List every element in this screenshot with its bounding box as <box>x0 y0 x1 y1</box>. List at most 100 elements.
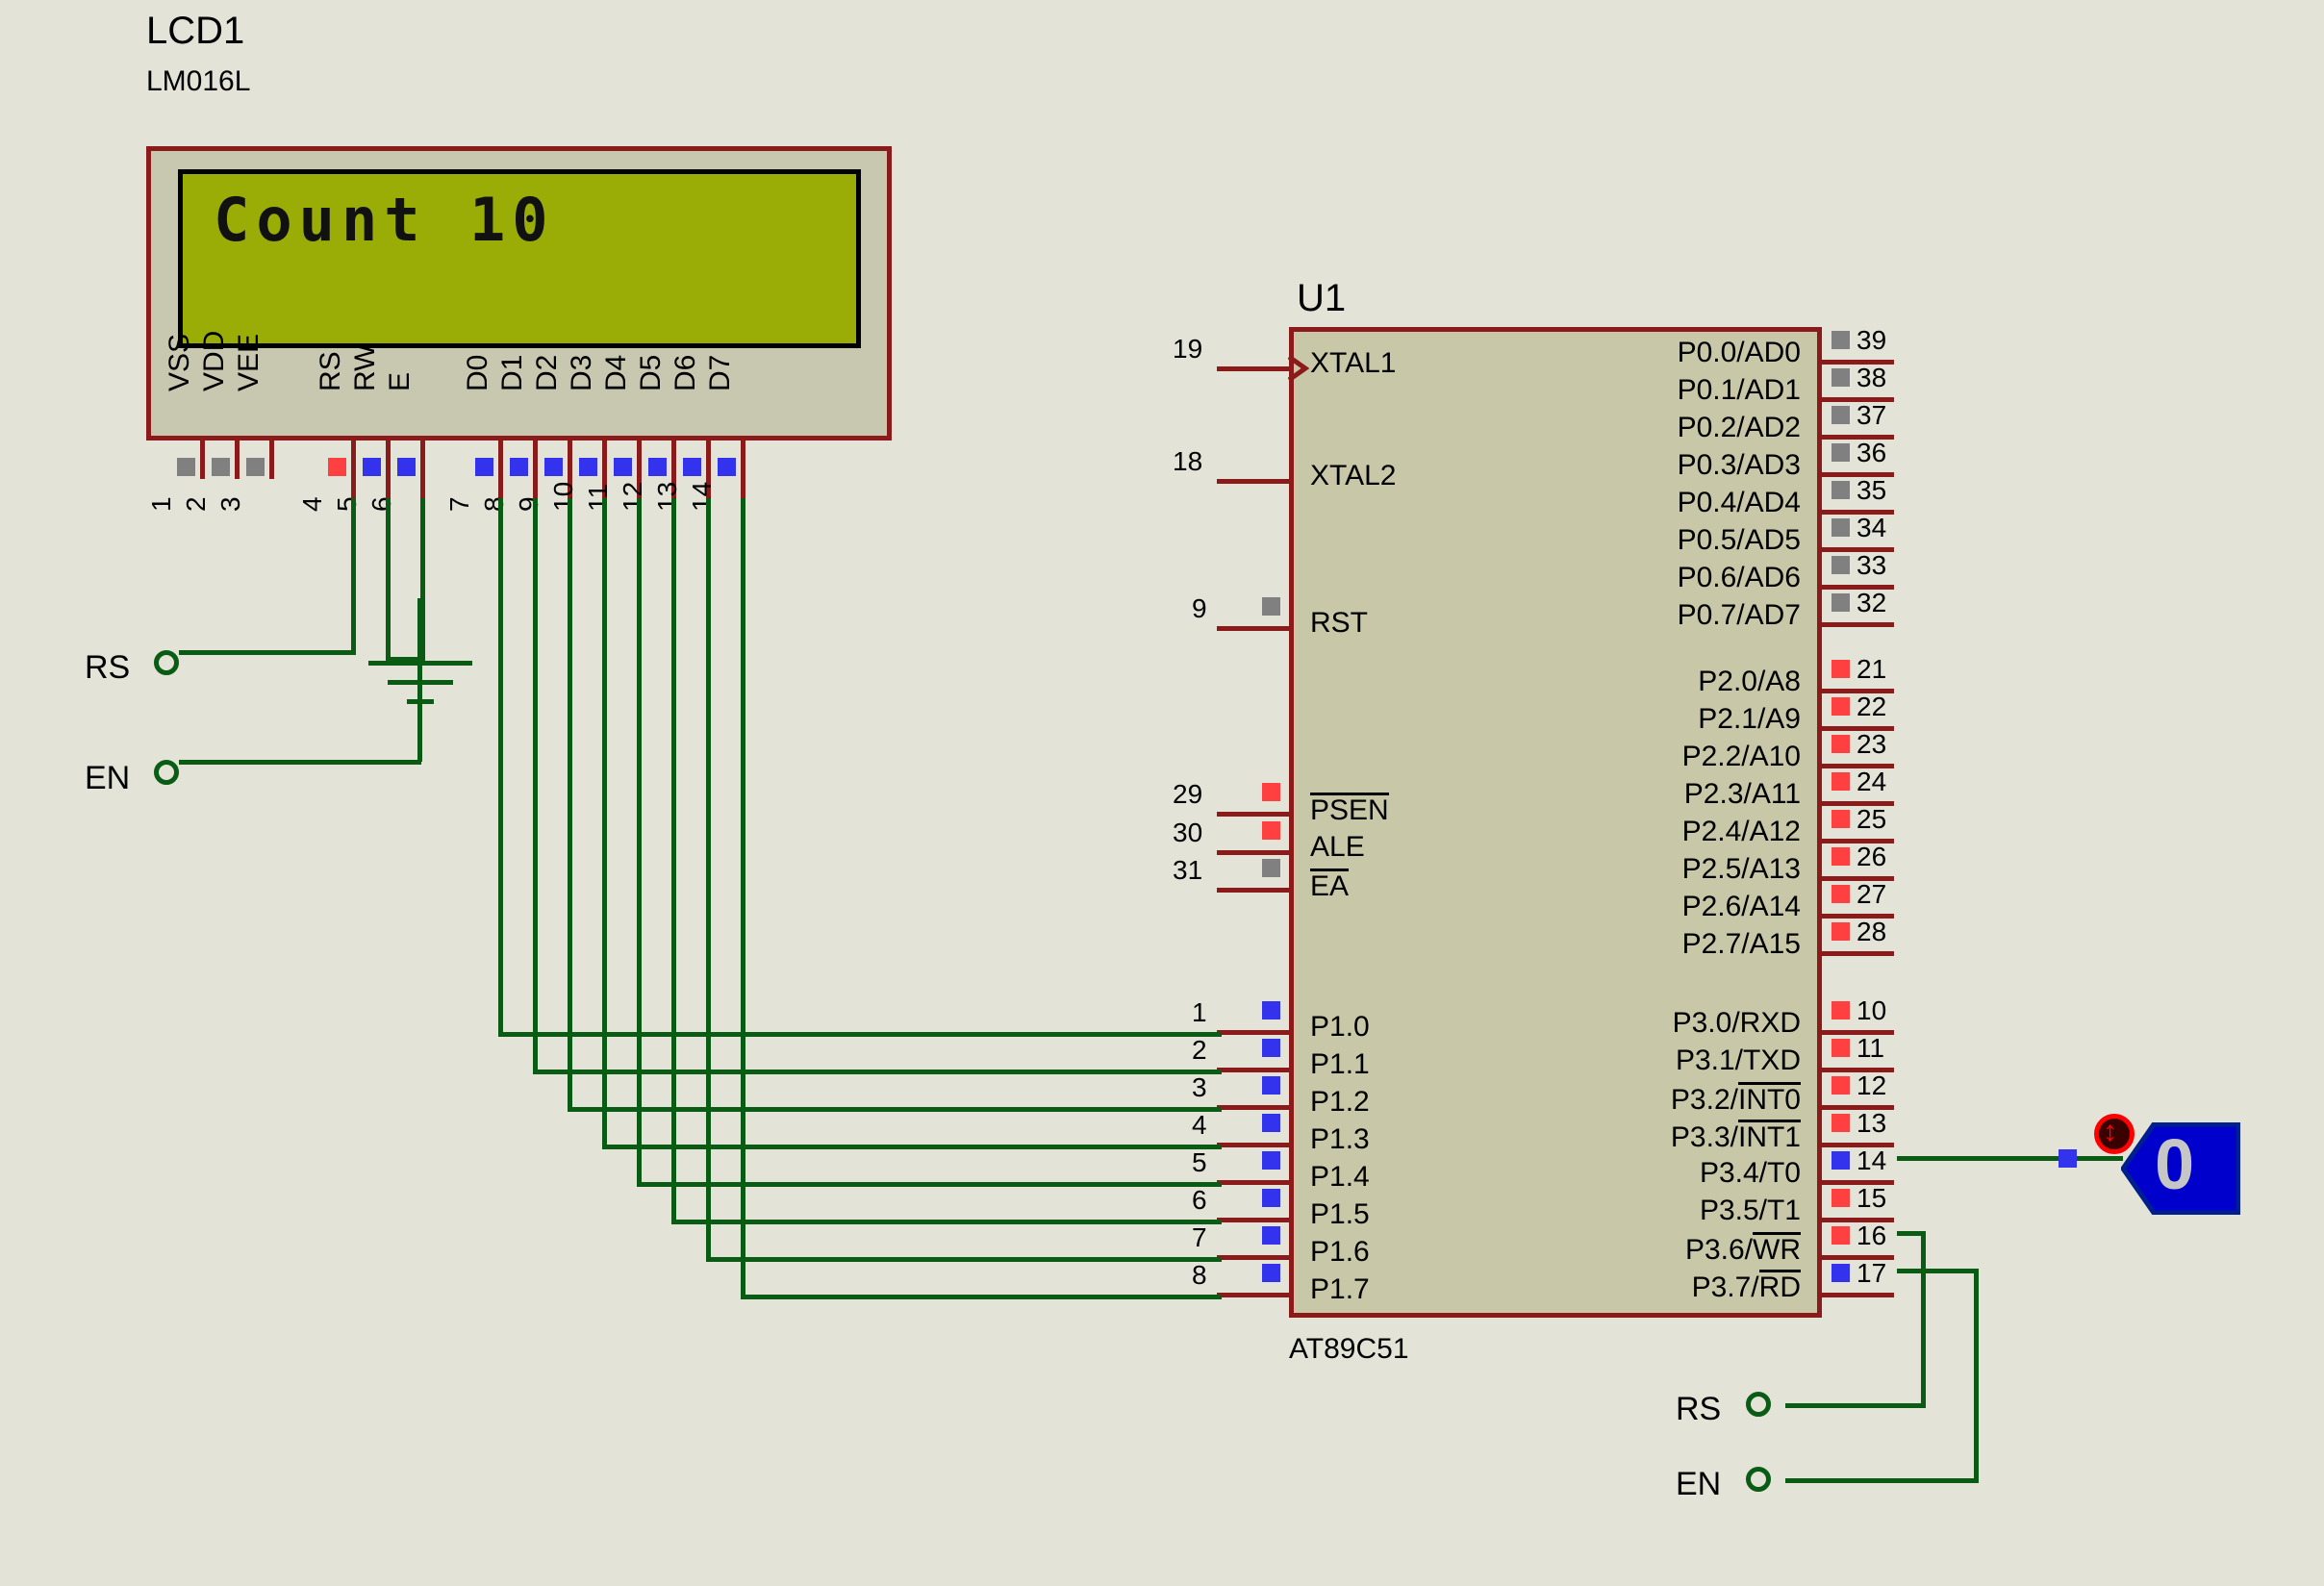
wire-p37-h <box>1897 1269 1979 1273</box>
mcu-pin-number-26: 26 <box>1857 842 1887 871</box>
wire-data-vertical-d4 <box>637 498 642 1187</box>
mcu-pin-state-square-16 <box>1831 1226 1850 1245</box>
mcu-pin-label-p22a10: P2.2/A10 <box>1681 741 1801 772</box>
mcu-pin-label-p27a15: P2.7/A15 <box>1681 928 1801 960</box>
mcu-pin-state-square-24 <box>1831 772 1850 791</box>
wire-p34-to-probe <box>1897 1156 2123 1161</box>
wire-p36-v <box>1921 1231 1926 1404</box>
mcu-pin-label-p01ad1: P0.1/AD1 <box>1677 374 1801 406</box>
wire-p37-v <box>1974 1269 1979 1482</box>
mcu-pin-lead-17 <box>1819 1293 1894 1297</box>
mcu-pin-number-17: 17 <box>1857 1258 1887 1288</box>
mcu-pin-label-p07ad7: P0.7/AD7 <box>1677 599 1801 631</box>
mcu-pin-number-14: 14 <box>1857 1145 1887 1175</box>
mcu-pin-label-p00ad0: P0.0/AD0 <box>1677 337 1801 368</box>
mcu-pin-state-square-26 <box>1831 847 1850 866</box>
wire-rs-horizontal <box>277 650 356 655</box>
mcu-pin-number-38: 38 <box>1857 363 1887 392</box>
mcu-reference-label: U1 <box>1297 277 1347 319</box>
mcu-pin-label-p26a14: P2.6/A14 <box>1681 891 1801 922</box>
mcu-pin-state-square-38 <box>1831 368 1850 387</box>
mcu-pin-state-square-35 <box>1831 481 1850 499</box>
mcu-pin-state-square-36 <box>1831 443 1850 462</box>
mcu-pin-label-p25a13: P2.5/A13 <box>1681 853 1801 885</box>
mcu-pin-state-square-13 <box>1831 1114 1850 1132</box>
wire-lcd-rs-vertical <box>351 498 356 652</box>
mcu-pin-state-square-12 <box>1831 1076 1850 1095</box>
wire-data-vertical-d6 <box>706 498 711 1262</box>
mcu-pin-number-11: 11 <box>1857 1033 1885 1063</box>
ground-bar-1 <box>368 661 472 666</box>
ground-bar-2 <box>388 680 453 685</box>
wire-data-horizontal-d4 <box>637 1182 1222 1187</box>
wire-lcd-e-vertical <box>420 498 425 598</box>
mcu-pin-number-22: 22 <box>1857 692 1887 721</box>
logic-probe-state-square <box>2059 1149 2077 1168</box>
mcu-pin-label-p06ad6: P0.6/AD6 <box>1677 562 1801 593</box>
mcu-pin-number-13: 13 <box>1857 1108 1887 1138</box>
lcd-screen-text: Count 10 <box>214 185 555 255</box>
wire-data-vertical-d5 <box>671 498 676 1224</box>
mcu-pin-number-16: 16 <box>1857 1221 1887 1250</box>
terminal-ring-left-en[interactable] <box>154 760 179 785</box>
mcu-pin-state-square-11 <box>1831 1039 1850 1057</box>
mcu-pin-state-square-39 <box>1831 331 1850 349</box>
mcu-pin-number-39: 39 <box>1857 325 1887 355</box>
mcu-pin-state-square-23 <box>1831 735 1850 753</box>
mcu-pin-state-square-33 <box>1831 556 1850 574</box>
mcu-pin-number-34: 34 <box>1857 513 1887 542</box>
mcu-pin-state-square-34 <box>1831 518 1850 537</box>
terminal-label-right-en: EN <box>1676 1466 1722 1502</box>
mcu-pin-label-p20a8: P2.0/A8 <box>1698 666 1801 697</box>
mcu-pin-lead-28 <box>1819 951 1894 956</box>
mcu-pin-state-square-15 <box>1831 1189 1850 1207</box>
wire-data-horizontal-d6 <box>706 1257 1222 1262</box>
mcu-pin-number-25: 25 <box>1857 804 1887 834</box>
terminal-label-right-rs: RS <box>1676 1391 1722 1427</box>
wire-lcd-rw-vertical <box>386 498 391 662</box>
mcu-pin-state-square-10 <box>1831 1001 1850 1020</box>
terminal-label-left-en: EN <box>85 760 131 796</box>
mcu-pin-number-37: 37 <box>1857 400 1887 430</box>
mcu-pin-state-square-27 <box>1831 885 1850 903</box>
mcu-pin-number-28: 28 <box>1857 917 1887 946</box>
mcu-pin-state-square-25 <box>1831 810 1850 828</box>
mcu-pin-label-p04ad4: P0.4/AD4 <box>1677 487 1801 518</box>
wire-data-horizontal-d5 <box>671 1220 1222 1224</box>
mcu-pin-number-36: 36 <box>1857 438 1887 467</box>
wire-data-vertical-d7 <box>741 498 745 1299</box>
terminal-ring-left-rs[interactable] <box>154 650 179 675</box>
mcu-pin-label-p05ad5: P0.5/AD5 <box>1677 524 1801 556</box>
mcu-pin-label-p23a11: P2.3/A11 <box>1683 778 1801 810</box>
mcu-pin-state-square-17 <box>1831 1264 1850 1282</box>
lcd-part-number-label: LM016L <box>146 65 251 97</box>
mcu-part-number-label: AT89C51 <box>1289 1333 1409 1365</box>
mcu-pin-state-square-21 <box>1831 660 1850 678</box>
mcu-pin-state-square-28 <box>1831 922 1850 941</box>
mcu-pin-state-square-22 <box>1831 697 1850 716</box>
terminal-ring-right-en[interactable] <box>1746 1467 1771 1492</box>
mcu-pin-label-p02ad2: P0.2/AD2 <box>1677 412 1801 443</box>
wire-left-en-run <box>179 760 421 765</box>
mcu-pin-number-33: 33 <box>1857 550 1887 580</box>
wire-data-vertical-d0 <box>498 498 503 1037</box>
up-down-arrow-icon: ↕ <box>2103 1116 2117 1147</box>
mcu-pin-state-square-14 <box>1831 1151 1850 1170</box>
mcu-pin-number-10: 10 <box>1857 995 1887 1025</box>
ground-stem <box>420 596 425 664</box>
mcu-pin-number-21: 21 <box>1857 654 1887 684</box>
mcu-pin-number-12: 12 <box>1857 1070 1887 1100</box>
mcu-pin-number-15: 15 <box>1857 1183 1887 1213</box>
wire-data-horizontal-d7 <box>741 1295 1222 1299</box>
mcu-pin-lead-32 <box>1819 622 1894 627</box>
wire-right-en-h <box>1785 1478 1979 1483</box>
mcu-pin-state-square-32 <box>1831 593 1850 612</box>
wire-data-horizontal-d3 <box>602 1145 1222 1149</box>
mcu-pin-number-24: 24 <box>1857 767 1887 796</box>
mcu-pin-number-35: 35 <box>1857 475 1887 505</box>
mcu-pin-number-27: 27 <box>1857 879 1887 909</box>
wire-data-vertical-d1 <box>533 498 538 1074</box>
mcu-pin-number-23: 23 <box>1857 729 1887 759</box>
mcu-pin-state-square-37 <box>1831 406 1850 424</box>
terminal-ring-right-rs[interactable] <box>1746 1392 1771 1417</box>
